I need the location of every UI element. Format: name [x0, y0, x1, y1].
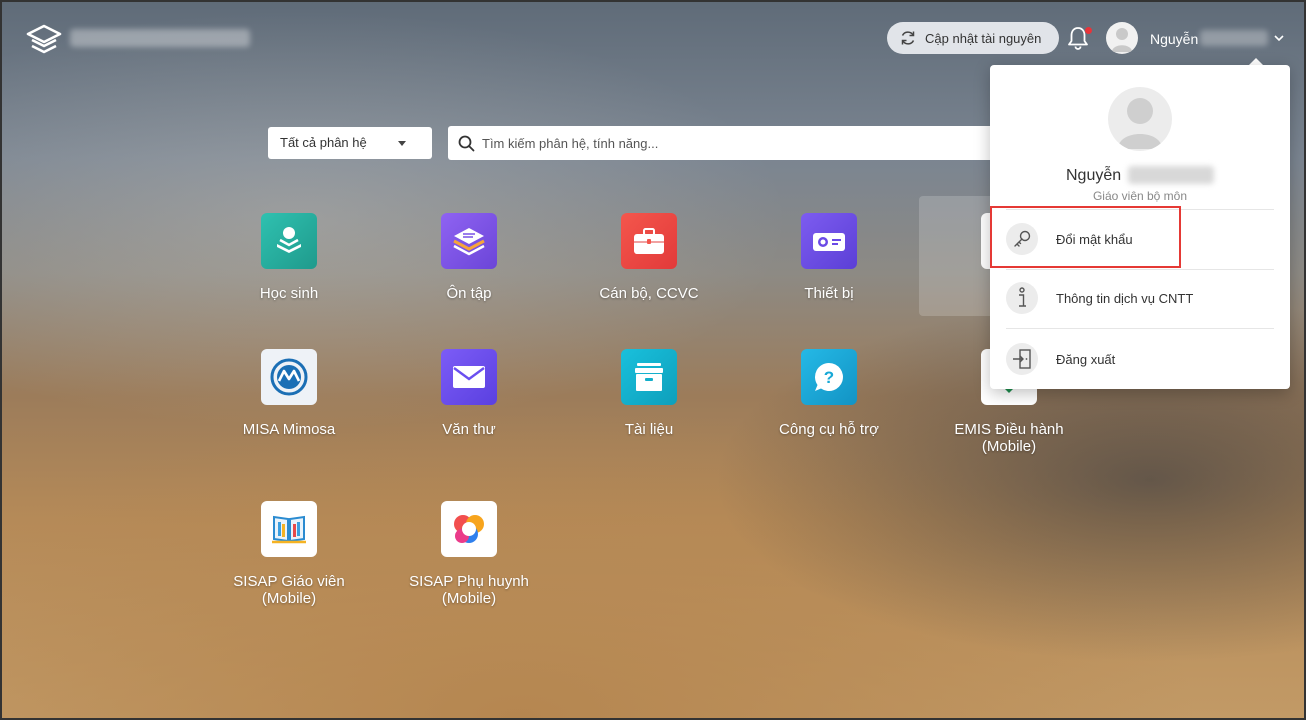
app-hoc-sinh[interactable]: Học sinh [214, 213, 364, 302]
book-icon [261, 501, 317, 557]
profile-name-blurred [1128, 166, 1214, 184]
app-label: MISA Mimosa [242, 421, 336, 438]
avatar[interactable] [1106, 22, 1138, 54]
app-can-bo[interactable]: Cán bộ, CCVC [574, 213, 724, 302]
projector-icon [801, 213, 857, 269]
divider [1006, 328, 1274, 329]
student-icon [261, 213, 317, 269]
app-tai-lieu[interactable]: Tài liệu [574, 349, 724, 438]
archive-icon [621, 349, 677, 405]
help-icon: ? [801, 349, 857, 405]
profile-role: Giáo viên bộ môn [1092, 189, 1188, 203]
logo-icon[interactable] [26, 24, 62, 54]
chevron-down-icon[interactable] [1273, 32, 1285, 44]
app-label: Học sinh [259, 285, 319, 302]
search-box[interactable] [448, 126, 1028, 160]
user-name-blurred [1200, 30, 1268, 46]
svg-text:?: ? [824, 368, 834, 387]
logout-item[interactable]: Đăng xuất [1006, 336, 1274, 382]
app-on-tap[interactable]: Ôn tập [394, 213, 544, 302]
divider [1006, 269, 1274, 270]
it-service-info-label: Thông tin dịch vụ CNTT [1056, 290, 1194, 306]
app-thiet-bi[interactable]: Thiết bị [754, 213, 904, 302]
app-van-thu[interactable]: Văn thư [394, 349, 544, 438]
search-icon [458, 135, 475, 152]
app-label: SISAP Giáo viên (Mobile) [233, 573, 345, 607]
app-label: Tài liệu [624, 421, 674, 438]
school-name-blurred [70, 29, 250, 47]
app-label: Công cụ hỗ trợ [779, 421, 879, 438]
caret-down-icon [398, 141, 406, 146]
app-cong-cu-ho-tro[interactable]: ? Công cụ hỗ trợ [754, 349, 904, 438]
search-input[interactable] [482, 126, 982, 160]
app-sisap-phu-huynh[interactable]: SISAP Phụ huynh (Mobile) [394, 501, 544, 607]
module-filter-select[interactable]: Tất cả phân hệ [268, 127, 432, 159]
it-service-info-item[interactable]: Thông tin dịch vụ CNTT [1006, 275, 1274, 321]
logout-icon [1006, 343, 1038, 375]
app-label: SISAP Phụ huynh (Mobile) [409, 573, 529, 607]
app-misa-mimosa[interactable]: MISA Mimosa [214, 349, 364, 438]
change-password-highlight [990, 206, 1181, 268]
mail-icon [441, 349, 497, 405]
update-resources-button[interactable]: Cập nhật tài nguyên [887, 22, 1059, 54]
app-label: Cán bộ, CCVC [599, 285, 699, 302]
profile-name: Nguyễn [1066, 167, 1122, 184]
user-name[interactable]: Nguyễn [1150, 31, 1198, 47]
briefcase-icon [621, 213, 677, 269]
app-sisap-giao-vien[interactable]: SISAP Giáo viên (Mobile) [214, 501, 364, 607]
update-resources-label: Cập nhật tài nguyên [925, 30, 1042, 46]
app-label: Văn thư [442, 421, 496, 438]
app-label: Thiết bị [804, 285, 854, 302]
sisap-parent-icon [441, 501, 497, 557]
module-filter-value: Tất cả phân hệ [280, 135, 367, 150]
app-label: EMIS Điều hành (Mobile) [954, 421, 1064, 455]
logout-label: Đăng xuất [1056, 351, 1116, 367]
app-label: Ôn tập [446, 285, 492, 302]
mimosa-icon [261, 349, 317, 405]
info-icon [1006, 282, 1038, 314]
notification-badge [1085, 27, 1092, 34]
profile-avatar [1108, 87, 1172, 151]
review-icon [441, 213, 497, 269]
refresh-icon [901, 31, 915, 45]
